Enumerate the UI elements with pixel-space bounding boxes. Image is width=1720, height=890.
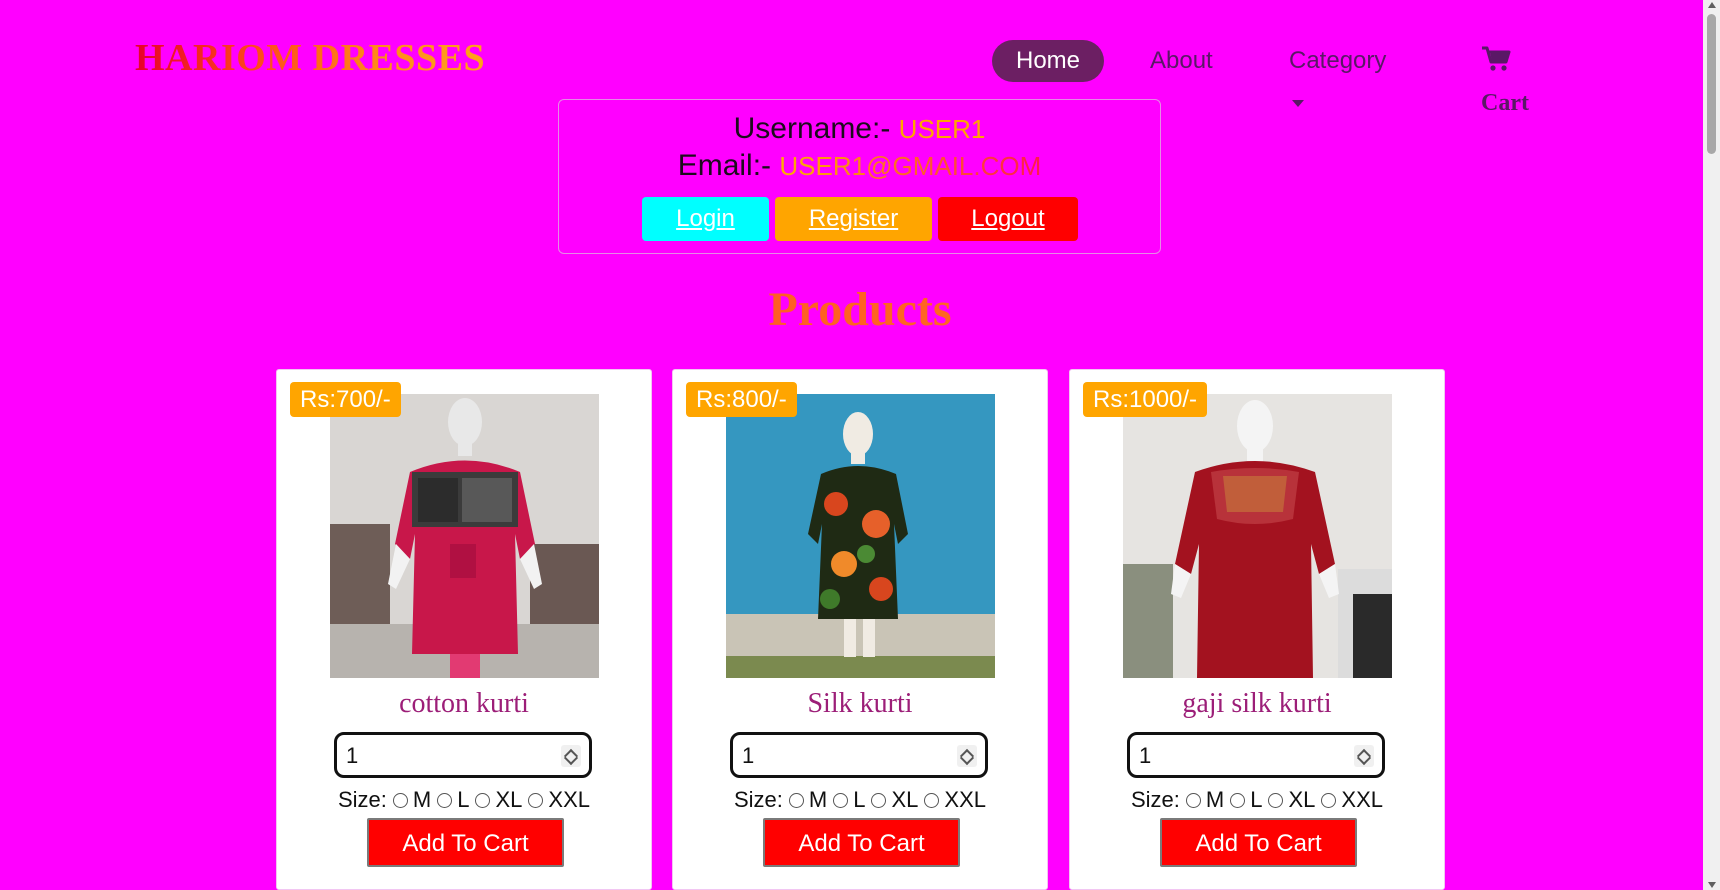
product-name[interactable]: Silk kurti: [673, 688, 1047, 720]
size-xxl-label: XXL: [944, 787, 986, 812]
quantity-value: 1: [742, 743, 755, 768]
nav-category[interactable]: Category: [1289, 40, 1387, 108]
product-image[interactable]: [330, 394, 599, 678]
add-to-cart-button[interactable]: Add To Cart: [367, 818, 564, 867]
nav-category-label: Category: [1289, 47, 1387, 74]
size-l-label: L: [853, 787, 866, 812]
add-to-cart-button[interactable]: Add To Cart: [1160, 818, 1357, 867]
user-info-panel: Username:- USER1 Email:- USER1@GMAIL.COM…: [558, 99, 1161, 254]
size-selector: Size: M L XL XXL: [673, 787, 1047, 813]
size-radio-m[interactable]: [788, 793, 804, 808]
spinner-icon[interactable]: [1354, 745, 1374, 767]
email-row: Email:- USER1@GMAIL.COM: [559, 149, 1160, 183]
quantity-stepper[interactable]: 1: [334, 732, 592, 778]
nav-home[interactable]: Home: [992, 40, 1104, 82]
register-button[interactable]: Register: [775, 197, 932, 241]
email-value: USER1@GMAIL.COM: [779, 151, 1042, 181]
products-heading-text: Products: [768, 283, 952, 336]
size-radio-xl[interactable]: [1268, 793, 1284, 808]
size-xl-label: XL: [1288, 787, 1316, 812]
scroll-up-icon[interactable]: [1708, 2, 1716, 8]
logout-button[interactable]: Logout: [938, 197, 1078, 241]
product-image[interactable]: [726, 394, 995, 678]
nav-about[interactable]: About: [1150, 40, 1213, 82]
size-radio-m[interactable]: [1185, 793, 1201, 808]
quantity-stepper[interactable]: 1: [1127, 732, 1385, 778]
page: HARIOM DRESSES Home About Category Cart …: [0, 0, 1703, 890]
product-name[interactable]: gaji silk kurti: [1070, 688, 1444, 720]
size-selector: Size: M L XL XXL: [277, 787, 651, 813]
size-radio-xxl[interactable]: [924, 793, 940, 808]
size-radio-xl[interactable]: [475, 793, 491, 808]
size-radio-l[interactable]: [833, 793, 849, 808]
quantity-stepper[interactable]: 1: [730, 732, 988, 778]
size-m-label: M: [412, 787, 432, 812]
size-label: Size:: [733, 787, 783, 812]
size-m-label: M: [1205, 787, 1225, 812]
size-selector: Size: M L XL XXL: [1070, 787, 1444, 813]
size-radio-xxl[interactable]: [528, 793, 544, 808]
login-button[interactable]: Login: [642, 197, 769, 241]
brand-logo[interactable]: HARIOM DRESSES: [135, 36, 485, 80]
size-l-label: L: [1250, 787, 1263, 812]
price-badge: Rs:800/-: [686, 382, 797, 417]
size-radio-xxl[interactable]: [1321, 793, 1337, 808]
username-row: Username:- USER1: [559, 112, 1160, 146]
size-radio-xl[interactable]: [871, 793, 887, 808]
product-image[interactable]: [1123, 394, 1392, 678]
product-card: Rs:1000/- gaji silk kurti 1 Size: M L XL XXL…: [1069, 369, 1445, 890]
size-xxl-label: XXL: [548, 787, 590, 812]
size-radio-m[interactable]: [392, 793, 408, 808]
quantity-value: 1: [1139, 743, 1152, 768]
size-radio-l[interactable]: [437, 793, 453, 808]
auth-buttons: Login Register Logout: [559, 197, 1160, 241]
quantity-value: 1: [346, 743, 359, 768]
email-label: Email:-: [677, 149, 772, 182]
spinner-icon[interactable]: [561, 745, 581, 767]
nav-cart-label: Cart: [1481, 90, 1529, 116]
products-heading: Products: [0, 282, 1720, 337]
size-l-label: L: [457, 787, 470, 812]
size-label: Size:: [337, 787, 387, 812]
size-xl-label: XL: [891, 787, 919, 812]
product-card: Rs:800/- Silk kurti 1 Size: M L XL XXL Add T…: [672, 369, 1048, 890]
add-to-cart-button[interactable]: Add To Cart: [763, 818, 960, 867]
username-value: USER1: [898, 114, 986, 144]
size-radio-l[interactable]: [1230, 793, 1246, 808]
size-label: Size:: [1130, 787, 1180, 812]
username-label: Username:-: [733, 112, 891, 145]
size-xl-label: XL: [495, 787, 523, 812]
vertical-scrollbar[interactable]: [1703, 0, 1720, 890]
shopping-cart-icon: [1482, 46, 1511, 71]
size-xxl-label: XXL: [1341, 787, 1383, 812]
price-badge: Rs:1000/-: [1083, 382, 1208, 417]
spinner-icon[interactable]: [957, 745, 977, 767]
scroll-down-icon[interactable]: [1708, 882, 1716, 888]
nav-cart[interactable]: Cart: [1481, 40, 1529, 116]
size-m-label: M: [808, 787, 828, 812]
scrollbar-thumb[interactable]: [1707, 14, 1716, 154]
product-card: Rs:700/- cotton kurti 1 Size: M L XL XXL Add…: [276, 369, 652, 890]
caret-down-icon: [1292, 100, 1304, 108]
price-badge: Rs:700/-: [290, 382, 401, 417]
product-name[interactable]: cotton kurti: [277, 688, 651, 720]
